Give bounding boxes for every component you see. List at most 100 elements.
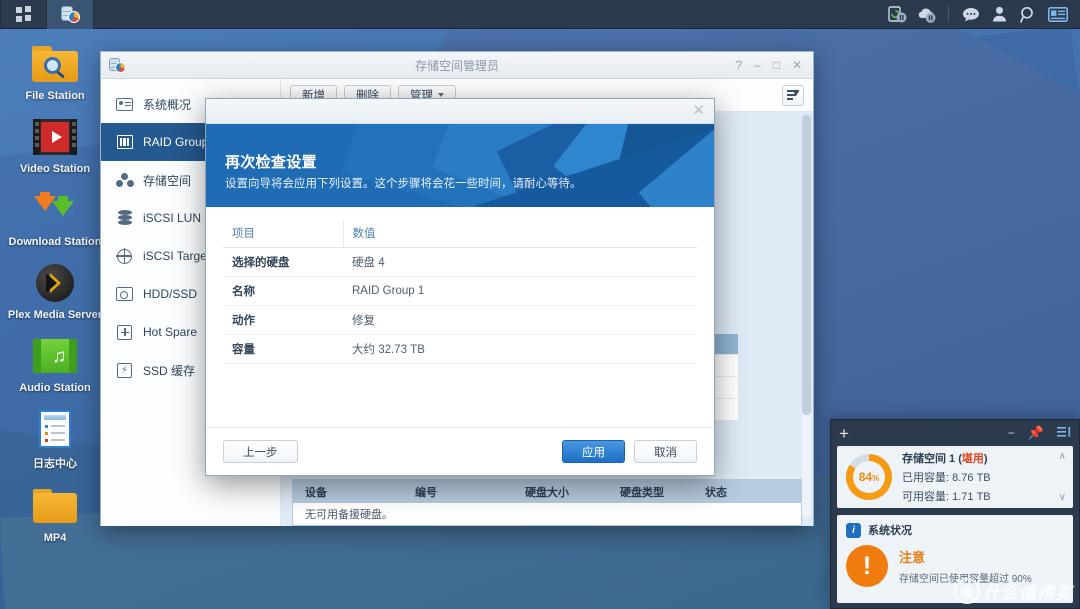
sidebar-item-label: Hot Spare — [143, 325, 198, 339]
system-health-card[interactable]: i 系统状况 ! 注意 存储空间已使用容量超过 90% — [837, 515, 1073, 603]
desktop-icon-label: File Station — [25, 90, 85, 102]
storage-manager-task-button[interactable] — [47, 0, 94, 29]
row-key: 容量 — [223, 334, 343, 364]
empty-message: 无可用备援硬盘。 — [305, 509, 393, 521]
window-title: 存储空间管理员 — [414, 58, 499, 73]
usage-donut-chart: 84% — [846, 454, 892, 500]
magnifier-icon[interactable] — [1015, 0, 1042, 29]
list-sort-button[interactable] — [782, 84, 804, 106]
table-row: 无可用备援硬盘。 — [293, 503, 801, 525]
chat-bubble-icon[interactable] — [957, 0, 984, 29]
column-header-status: 状态 — [705, 486, 727, 499]
person-icon[interactable] — [986, 0, 1013, 29]
cloud-pause-icon[interactable] — [913, 0, 940, 29]
desktop-icon-label: Download Station — [8, 236, 102, 248]
collapse-panel-icon[interactable] — [1057, 426, 1071, 441]
apply-button[interactable]: 应用 — [562, 440, 625, 463]
status-detail: 存储空间已使用容量超过 90% — [899, 574, 1032, 585]
row-key: 动作 — [223, 305, 343, 335]
sidebar-item-label: SSD 缓存 — [143, 363, 196, 378]
column-header-item: 项目 — [223, 220, 344, 248]
usage-percent: 84% — [858, 470, 880, 484]
table-row: 名称 RAID Group 1 — [223, 276, 697, 306]
minus-icon[interactable]: − — [1008, 426, 1015, 440]
film-play-icon — [0, 114, 110, 160]
free-capacity-line: 可用容量: 1.71 TB — [902, 491, 991, 503]
sidebar-item-label: HDD/SSD — [143, 287, 198, 301]
cancel-button[interactable]: 取消 — [634, 440, 697, 463]
plus-icon[interactable]: + — [839, 425, 849, 442]
help-button[interactable]: ? — [735, 58, 742, 72]
list-sort-icon — [787, 90, 799, 100]
taskbar — [0, 0, 1080, 29]
desktop-icon-video-station[interactable]: Video Station — [0, 102, 110, 175]
storage-widget-card[interactable]: 84% 存储空间 1 (堪用) 已用容量: 8.76 TB 可用容量: 1.71… — [837, 446, 1073, 508]
volume-icon — [115, 171, 134, 189]
row-key: 名称 — [223, 276, 343, 306]
row-key: 选择的硬盘 — [223, 247, 343, 277]
table-header-row: 项目 数值 — [223, 220, 697, 248]
chevron-down-icon[interactable]: ∨ — [1059, 492, 1066, 503]
desktop-icon-label: Audio Station — [19, 382, 91, 394]
minimize-button[interactable]: – — [754, 58, 761, 72]
system-overview-icon — [115, 95, 134, 113]
close-icon[interactable]: ✕ — [692, 103, 705, 118]
ssd-cache-icon: ⚡ — [115, 361, 134, 379]
desktop-icon-audio-station[interactable]: ♫ Audio Station — [0, 321, 110, 394]
folder-icon — [0, 483, 110, 529]
upload-pause-icon[interactable] — [884, 0, 911, 29]
widget-panel: + − 📌 84% 存储空间 1 (堪用) 已用容量: 8.76 TB 可用容量… — [830, 419, 1080, 609]
close-button[interactable]: ✕ — [792, 58, 802, 72]
exclamation-icon: ! — [846, 545, 888, 587]
desktop-icon-download-station[interactable]: Download Station — [0, 175, 110, 248]
desktop-icon-mp4[interactable]: MP4 — [0, 471, 110, 544]
desktop-icon-column: File Station Video Station Download Stat… — [0, 29, 110, 544]
desktop-icon-label: 日志中心 — [33, 458, 77, 470]
tiles-launcher-button[interactable] — [0, 0, 47, 29]
pin-icon[interactable]: 📌 — [1028, 425, 1044, 441]
row-value: 硬盘 4 — [343, 247, 697, 277]
status-badge: 注意 — [899, 550, 926, 565]
table-row: 选择的硬盘 硬盘 4 — [223, 247, 697, 277]
table-row: 动作 修复 — [223, 305, 697, 335]
dialog-body: 项目 数值 选择的硬盘 硬盘 4 名称 RAID Group 1 动作 修复 容… — [206, 207, 714, 422]
desktop-icon-label: Plex Media Server — [7, 309, 103, 321]
sidebar-item-label: 存储空间 — [143, 173, 192, 188]
window-titlebar[interactable]: 存储空间管理员 ? – □ ✕ — [101, 52, 813, 79]
table-row: 容量 大约 32.73 TB — [223, 334, 697, 364]
sidebar-item-label: iSCSI Target — [143, 249, 211, 263]
system-health-title: 系统状况 — [868, 525, 912, 537]
back-button[interactable]: 上一步 — [223, 440, 298, 463]
maximize-button[interactable]: □ — [773, 58, 780, 72]
folder-search-icon — [0, 41, 110, 87]
hot-spare-icon — [115, 323, 134, 341]
dialog-title: 再次检查设置 — [225, 154, 317, 171]
hdd-icon — [115, 285, 134, 303]
chevron-down-icon — [438, 93, 444, 97]
hot-spare-table: 设备 编号 硬盘大小 硬盘类型 状态 无可用备援硬盘。 — [292, 479, 802, 526]
desktop-icon-file-station[interactable]: File Station — [0, 29, 110, 102]
desktop-icon-label: MP4 — [43, 532, 67, 544]
content-scrollbar[interactable] — [802, 115, 811, 518]
plex-chevron-icon — [0, 260, 110, 306]
summary-table: 项目 数值 选择的硬盘 硬盘 4 名称 RAID Group 1 动作 修复 容… — [223, 220, 697, 364]
widget-panel-icon[interactable] — [1044, 0, 1071, 29]
column-header-type: 硬盘类型 — [620, 486, 664, 499]
desktop-icon-plex[interactable]: Plex Media Server — [0, 248, 110, 321]
sidebar-item-label: iSCSI LUN — [143, 211, 202, 225]
chevron-up-icon[interactable]: ∧ — [1059, 451, 1066, 462]
desktop-icon-label: Video Station — [19, 163, 91, 175]
desktop-icon-log-center[interactable]: 日志中心 — [0, 394, 110, 471]
volume-title: 存储空间 1 (堪用) — [902, 453, 988, 465]
column-header-device: 设备 — [305, 486, 327, 499]
widget-panel-header: + − 📌 — [831, 420, 1079, 446]
column-header-size: 硬盘大小 — [525, 486, 569, 499]
desktop-root: File Station Video Station Download Stat… — [0, 0, 1080, 609]
used-capacity-line: 已用容量: 8.76 TB — [902, 472, 991, 484]
download-arrows-icon — [0, 187, 110, 233]
tiles-icon — [15, 6, 32, 22]
globe-icon — [115, 247, 134, 265]
sidebar-item-label: 系统概况 — [143, 97, 192, 112]
confirm-settings-dialog: ✕ 再次检查设置 设置向导将会应用下列设置。这个步骤将会花一些时间，请耐心等待。… — [205, 98, 715, 476]
table-header-row: 设备 编号 硬盘大小 硬盘类型 状态 — [293, 480, 801, 503]
